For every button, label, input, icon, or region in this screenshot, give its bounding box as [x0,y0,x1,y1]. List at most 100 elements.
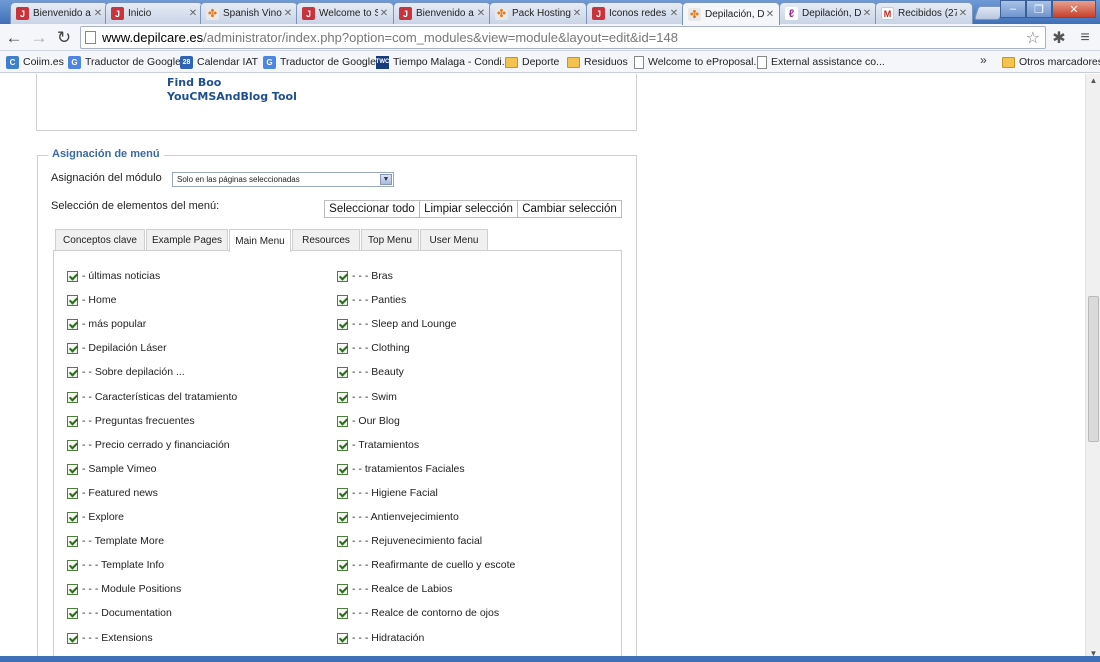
menu-item-label: - - - Swim [352,390,397,403]
menu-item-checkbox[interactable] [337,391,348,403]
close-tab-icon[interactable]: ✕ [282,8,294,19]
menu-item-checkbox[interactable] [67,584,78,596]
vertical-scrollbar[interactable]: ▲ ▼ [1085,74,1100,662]
address-bar[interactable]: www.depilcare.es/administrator/index.php… [80,26,1046,49]
tab-top-menu[interactable]: Top Menu [361,229,419,251]
top-link-0[interactable]: Find Boo [167,76,297,90]
scroll-up-arrow-icon[interactable]: ▲ [1089,76,1098,85]
menu-item-checkbox[interactable] [337,560,348,572]
close-tab-icon[interactable]: ✕ [187,8,199,19]
tab-conceptos-clave[interactable]: Conceptos clave [55,229,145,251]
top-link-1[interactable]: YouCMSAndBlog Tool [167,90,297,104]
browser-tab-9[interactable]: M Recibidos (27 ✕ [875,2,973,24]
menu-item-checkbox[interactable] [337,608,348,620]
bookmark-item[interactable]: Deporte [505,54,559,70]
bookmark-star-icon[interactable]: ☆ [1026,28,1040,48]
restore-icon[interactable]: ❐ [1026,0,1052,18]
menu-item-checkbox[interactable] [67,271,78,282]
menu-item-checkbox[interactable] [67,295,78,307]
menu-item-checkbox[interactable] [67,632,78,644]
close-tab-icon[interactable]: ✕ [668,8,680,19]
reload-icon[interactable]: ↻ [54,28,74,48]
menu-item-checkbox[interactable] [337,319,348,331]
menu-icon[interactable]: ≡ [1075,28,1095,48]
forward-arrow-icon[interactable]: → [29,28,49,48]
close-tab-icon[interactable]: ✕ [378,8,390,19]
clear-selection-button[interactable]: Limpiar selección [419,200,518,218]
browser-tab-4[interactable]: J Bienvenido a ✕ [393,2,491,24]
menu-item-checkbox[interactable] [67,463,78,475]
close-tab-icon[interactable]: ✕ [957,8,969,19]
menu-item-label: - Featured news [82,486,158,499]
bookmark-item[interactable]: 28 Calendar IAT [180,54,258,70]
close-tab-icon[interactable]: ✕ [571,8,583,19]
menu-item-checkbox[interactable] [67,536,78,548]
browser-tab-3[interactable]: J Welcome to S ✕ [296,2,394,24]
menu-item-checkbox[interactable] [67,560,78,572]
select-all-button[interactable]: Seleccionar todo [324,200,420,218]
tab-user-menu[interactable]: User Menu [420,229,488,251]
menu-item-label: - - - Bras [352,270,393,282]
close-tab-icon[interactable]: ✕ [92,8,104,19]
browser-tab-8[interactable]: ℓ Depilación, D ✕ [779,2,877,24]
menu-item-checkbox[interactable] [337,632,348,644]
window-controls: – ❐ ✕ [1000,0,1096,18]
menu-item-checkbox[interactable] [337,367,348,379]
bookmark-item[interactable]: G Traductor de Google [263,54,376,70]
menu-item-checkbox[interactable] [337,536,348,548]
menu-item-checkbox[interactable] [67,415,78,427]
tab-example-pages[interactable]: Example Pages [146,229,228,251]
browser-tab-7[interactable]: ✤ Depilación, D ✕ [682,2,780,25]
menu-item-checkbox[interactable] [337,584,348,596]
menu-item-label: - Sample Vimeo [82,462,157,475]
menu-item-checkbox[interactable] [337,512,348,523]
menu-item-checkbox[interactable] [67,512,78,523]
menu-item-checkbox[interactable] [67,343,78,355]
menu-item-label: - - Preguntas frecuentes [82,414,195,427]
close-tab-icon[interactable]: ✕ [764,9,776,20]
menu-item-label: - - Sobre depilación ... [82,366,185,379]
bookmark-item[interactable]: C Coiim.es [6,54,64,70]
tab-main-menu[interactable]: Main Menu [229,229,291,252]
bookmark-item[interactable]: G Traductor de Google [68,54,181,70]
browser-tab-2[interactable]: ✤ Spanish Vinol ✕ [200,2,298,24]
bookmark-item[interactable]: Welcome to eProposal. [634,54,756,70]
menu-item-checkbox[interactable] [337,463,348,475]
bookmark-item[interactable]: TWC Tiempo Malaga - Condi... [376,54,511,70]
browser-tab-0[interactable]: J Bienvenido a ✕ [10,2,108,24]
minimize-icon[interactable]: – [1000,0,1026,18]
chevron-down-icon[interactable]: ▼ [380,174,392,185]
close-tab-icon[interactable]: ✕ [861,8,873,19]
tab-resources[interactable]: Resources [292,229,360,251]
extension-bug-icon[interactable]: ✱ [1049,28,1069,48]
menu-item-checkbox[interactable] [337,439,348,451]
menu-item-label: - - - Realce de Labios [352,583,453,596]
other-bookmarks[interactable]: Otros marcadores [1002,54,1100,70]
browser-tab-6[interactable]: J Iconos redes ✕ [586,2,684,24]
menu-item-label: - Our Blog [352,414,400,427]
menu-item-checkbox[interactable] [67,319,78,331]
menu-item-checkbox[interactable] [67,487,78,499]
bookmark-item[interactable]: Residuos [567,54,628,70]
module-assignment-select[interactable]: Solo en las páginas seleccionadas ▼ [172,172,394,187]
bookmarks-overflow-chevron-icon[interactable]: » [980,53,987,67]
menu-item-checkbox[interactable] [337,487,348,499]
browser-tab-label: Spanish Vinol [223,8,282,19]
browser-tab-1[interactable]: J Inicio ✕ [105,2,203,24]
close-window-icon[interactable]: ✕ [1052,0,1096,18]
invert-selection-button[interactable]: Cambiar selección [517,200,622,218]
module-assignment-label: Asignación del módulo [51,172,162,184]
menu-item-checkbox[interactable] [337,271,348,282]
close-tab-icon[interactable]: ✕ [475,8,487,19]
menu-item-checkbox[interactable] [67,391,78,403]
browser-tab-5[interactable]: ✤ Pack Hosting ✕ [489,2,587,24]
menu-item-checkbox[interactable] [337,343,348,355]
back-arrow-icon[interactable]: ← [4,28,24,48]
bookmark-item[interactable]: External assistance co... [757,54,885,70]
menu-item-checkbox[interactable] [337,415,348,427]
menu-item-checkbox[interactable] [67,367,78,379]
scrollbar-thumb[interactable] [1088,296,1099,442]
menu-item-checkbox[interactable] [67,608,78,620]
menu-item-checkbox[interactable] [67,439,78,451]
menu-item-checkbox[interactable] [337,295,348,307]
